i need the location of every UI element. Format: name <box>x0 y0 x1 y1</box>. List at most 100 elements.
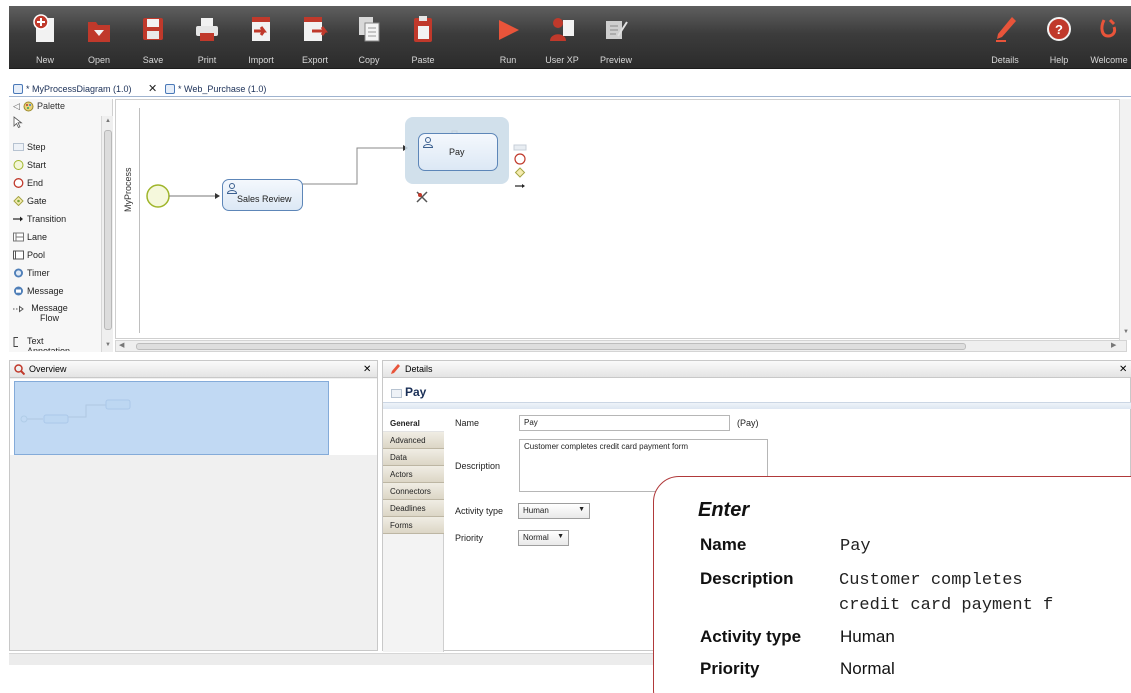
tab-deadlines[interactable]: Deadlines <box>383 500 444 517</box>
welcome-button[interactable]: Welcome <box>1084 6 1131 69</box>
activity-type-label: Activity type <box>455 506 504 516</box>
preview-icon <box>606 21 628 39</box>
tools-icon[interactable] <box>416 191 428 203</box>
timer-icon <box>14 268 23 278</box>
close-icon[interactable]: ✕ <box>1119 361 1127 378</box>
quick-gate-icon[interactable] <box>514 167 526 178</box>
tab-connectors[interactable]: Connectors <box>383 483 444 500</box>
diagram-icon <box>165 84 175 94</box>
priority-select[interactable]: Normal ▼ <box>518 530 569 546</box>
details-header-title: Details <box>405 364 433 374</box>
details-tab-list: General Advanced Data Actors Connectors … <box>383 415 444 652</box>
scroll-down-icon[interactable]: ▼ <box>105 342 111 348</box>
app-window: New Open Save Print Import Export Copy P… <box>0 0 1131 693</box>
tab-myprocessdiagram[interactable]: * MyProcessDiagram (1.0) <box>11 81 132 97</box>
tab-forms[interactable]: Forms <box>383 517 444 534</box>
paste-button[interactable]: Paste <box>398 6 448 69</box>
export-icon <box>304 17 328 41</box>
collapse-palette-icon[interactable]: ◁ <box>13 99 20 114</box>
svg-text:?: ? <box>1055 22 1063 37</box>
step-icon <box>13 143 24 151</box>
name-label: Name <box>455 418 480 428</box>
palette-item-label: Transition <box>27 214 67 224</box>
canvas-horizontal-scrollbar[interactable]: ◀ ▶ <box>115 340 1127 352</box>
priority-value: Normal <box>523 533 549 542</box>
overview-viewport[interactable] <box>14 381 329 455</box>
tab-general[interactable]: General <box>383 415 444 432</box>
open-button[interactable]: Open <box>74 6 124 69</box>
pointer-tool-icon[interactable] <box>13 116 23 128</box>
tab-advanced[interactable]: Advanced <box>383 432 444 449</box>
close-icon[interactable]: ✕ <box>363 361 371 378</box>
scroll-left-icon[interactable]: ◀ <box>119 341 124 349</box>
scroll-up-icon[interactable]: ▲ <box>105 118 111 124</box>
activity-type-select[interactable]: Human ▼ <box>518 503 590 519</box>
diagram-icon <box>13 84 23 94</box>
horizontal-scroll-thumb[interactable] <box>136 343 966 350</box>
help-button[interactable]: ? Help <box>1034 6 1084 69</box>
callout-heading: Enter <box>698 499 750 521</box>
import-button[interactable]: Import <box>236 6 286 69</box>
run-icon <box>499 20 519 40</box>
task-pay[interactable]: Pay <box>418 133 498 171</box>
scroll-right-icon[interactable]: ▶ <box>1111 341 1116 349</box>
scroll-down-icon[interactable]: ▼ <box>1123 329 1129 335</box>
name-input[interactable]: Pay <box>519 415 730 431</box>
details-header: Details ✕ <box>383 361 1131 378</box>
palette-item-label: Pool <box>27 250 46 260</box>
user-xp-button[interactable]: User XP <box>537 6 587 69</box>
export-button[interactable]: Export <box>290 6 340 69</box>
tab-web-purchase[interactable]: * Web_Purchase (1.0) <box>163 81 266 97</box>
new-button[interactable]: New <box>20 6 70 69</box>
import-label: Import <box>248 55 274 65</box>
quick-step-icon[interactable] <box>513 144 527 151</box>
activity-type-value: Human <box>523 506 549 515</box>
overview-title: Overview <box>29 364 67 374</box>
magnifier-icon <box>14 364 25 375</box>
task-label: Sales Review <box>237 194 292 204</box>
details-icon <box>391 364 400 374</box>
print-button[interactable]: Print <box>182 6 232 69</box>
palette-item-label: Message <box>27 286 64 296</box>
tab-actors[interactable]: Actors <box>383 466 444 483</box>
quick-end-icon[interactable] <box>514 153 526 165</box>
person-icon <box>423 137 433 148</box>
description-label: Description <box>455 461 501 471</box>
palette-scrollbar[interactable]: ▲ ▼ <box>101 116 113 352</box>
palette-header: ◁ Palette <box>9 99 113 114</box>
open-label: Open <box>87 55 111 65</box>
details-separator <box>383 402 1131 409</box>
palette-scroll-thumb[interactable] <box>104 130 112 330</box>
close-icon[interactable]: ✕ <box>148 81 157 97</box>
transition-icon <box>13 216 23 222</box>
person-icon <box>227 183 237 194</box>
palette-item-label: Lane <box>27 232 48 242</box>
run-label: Run <box>499 55 517 65</box>
callout-priority-key: Priority <box>700 659 760 678</box>
start-event[interactable] <box>146 184 170 208</box>
canvas-vertical-scrollbar[interactable]: ▼ <box>1119 99 1131 340</box>
start-icon <box>13 160 24 170</box>
palette-item-label: Timer <box>27 268 50 278</box>
open-icon <box>88 22 110 42</box>
quick-transition-icon[interactable] <box>522 184 525 188</box>
main-toolbar: New Open Save Print Import Export Copy P… <box>9 6 1131 69</box>
message-icon <box>14 286 23 296</box>
palette-title: Palette <box>37 101 66 111</box>
palette-item-text-annotation[interactable]: Text Annotation <box>13 336 93 351</box>
diagram-connections <box>146 130 527 208</box>
task-sales-review[interactable]: Sales Review <box>222 179 303 211</box>
preview-button[interactable]: Preview <box>591 6 641 69</box>
run-button[interactable]: Run <box>483 6 533 69</box>
welcome-label: Welcome <box>1090 55 1128 65</box>
details-button[interactable]: Details <box>980 6 1030 69</box>
copy-button[interactable]: Copy <box>344 6 394 69</box>
overview-thumbnail[interactable] <box>10 379 377 455</box>
editor-tab-bar: * MyProcessDiagram (1.0) ✕ * Web_Purchas… <box>9 81 1131 97</box>
save-button[interactable]: Save <box>128 6 178 69</box>
message-flow-icon <box>13 305 24 313</box>
tab-data[interactable]: Data <box>383 449 444 466</box>
palette-icon <box>23 101 34 112</box>
overview-header: Overview ✕ <box>10 361 377 378</box>
print-label: Print <box>197 55 217 65</box>
